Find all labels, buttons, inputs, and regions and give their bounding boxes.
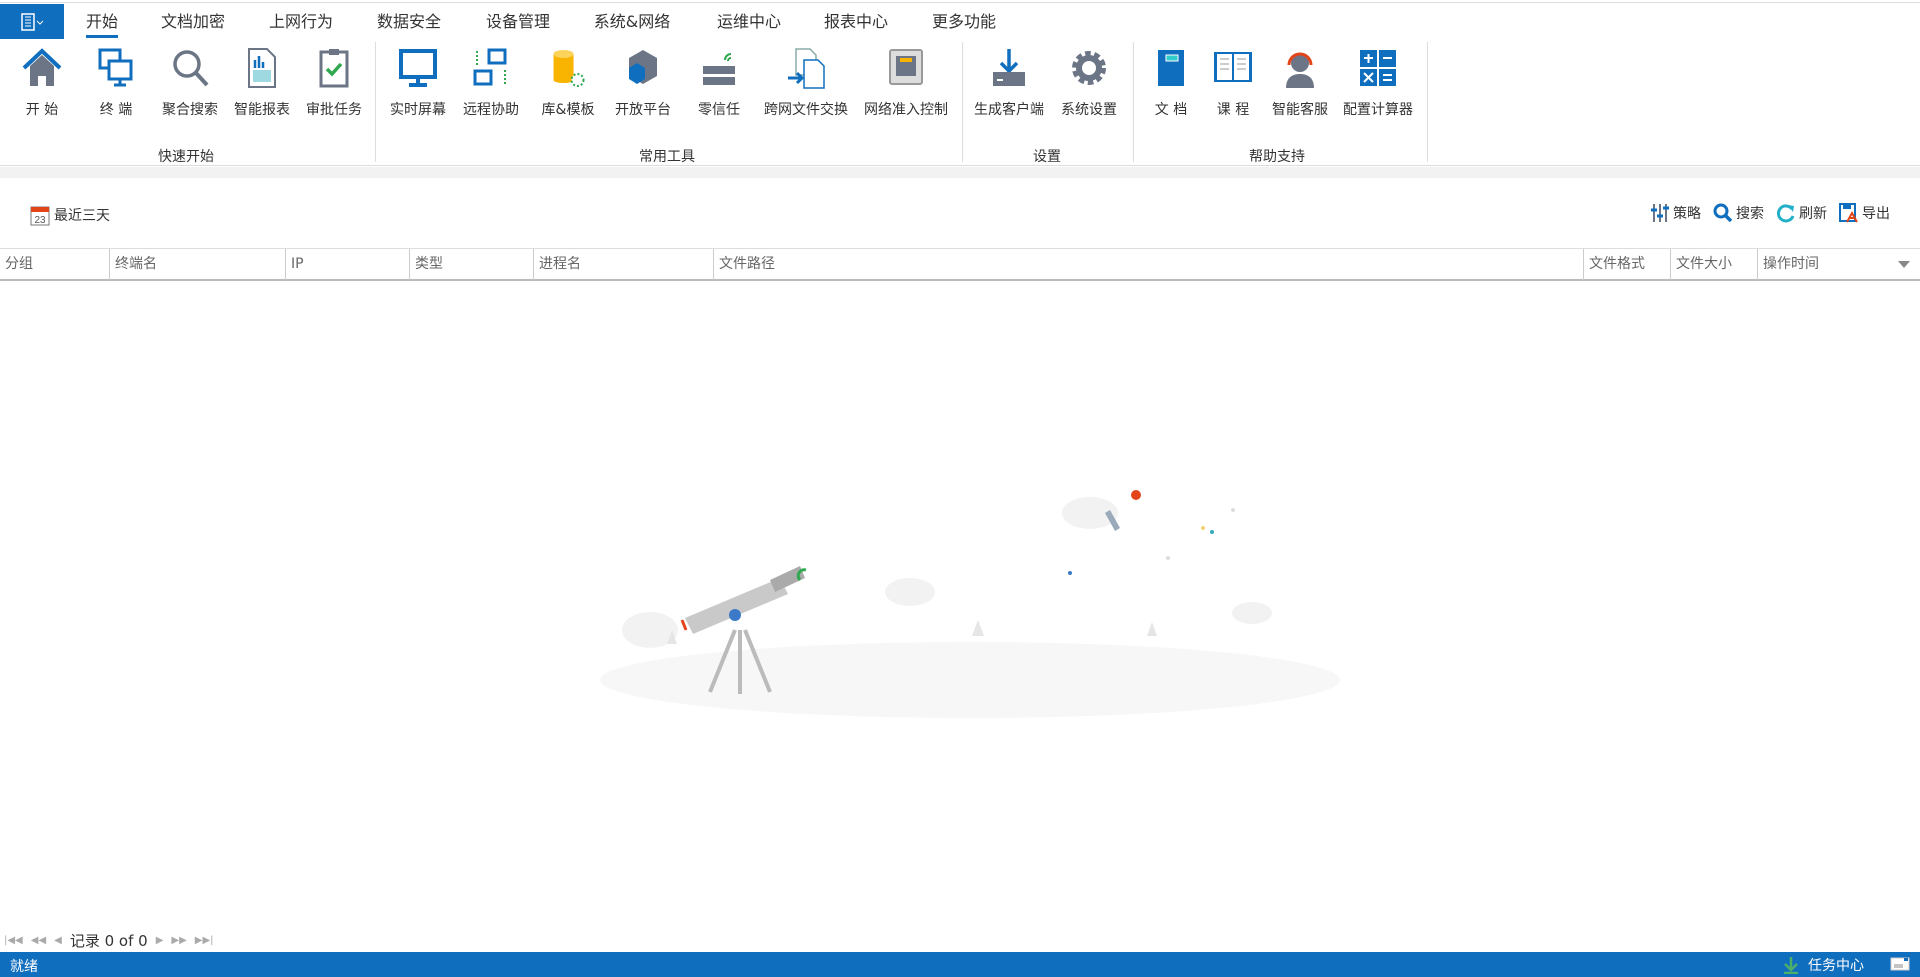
ribbon-library-template-button[interactable]: 库&模板 (542, 46, 594, 119)
calculator-icon (1360, 50, 1396, 86)
strategy-button[interactable]: 策略 (1650, 203, 1701, 223)
tab-system-network[interactable]: 系统&网络 (594, 8, 670, 38)
date-range-label: 最近三天 (54, 208, 110, 224)
column-operation-time[interactable]: 操作时间 (1757, 249, 1920, 280)
ribbon-band (0, 167, 1920, 178)
ribbon-aggregate-search-button[interactable]: 聚合搜索 (162, 46, 218, 119)
ribbon-start-button[interactable]: 开 始 (20, 46, 64, 119)
gear-icon (1072, 51, 1106, 85)
export-button[interactable]: 导出 (1839, 203, 1890, 223)
empty-state-illustration (600, 490, 1340, 718)
next-page-icon[interactable]: ▶ (156, 935, 164, 946)
ribbon-approval-task-button[interactable]: 审批任务 (306, 46, 362, 119)
group-label-quick-start: 快速开始 (158, 149, 214, 165)
tab-ops-center[interactable]: 运维中心 (717, 8, 781, 38)
search-icon (173, 50, 209, 87)
open-book-icon (1214, 52, 1252, 82)
tab-more[interactable]: 更多功能 (932, 8, 996, 38)
app-menu-icon (21, 12, 44, 31)
search-button[interactable]: 搜索 (1713, 203, 1764, 223)
group-separator (1427, 42, 1428, 162)
ribbon: 开 始 终 端 聚合搜索 智能报表 审批任务 快速开始 实时屏幕 远程协助 库&… (0, 40, 1920, 166)
message-icon[interactable] (1890, 957, 1910, 971)
pager: |◀◀ ◀◀ ◀ 记录 0 of 0 ▶ ▶▶ ▶▶| (4, 930, 214, 951)
svg-text:23: 23 (34, 215, 46, 226)
download-icon (993, 49, 1025, 86)
terminal-icon (98, 48, 133, 87)
download-arrow-icon (1784, 957, 1798, 974)
tab-data-security[interactable]: 数据安全 (377, 8, 441, 38)
sliders-icon (1651, 204, 1669, 222)
database-icon (553, 50, 585, 87)
group-separator (375, 42, 376, 162)
clipboard-check-icon (319, 49, 349, 88)
task-center-button[interactable]: 任务中心 (1782, 955, 1864, 975)
group-separator (1133, 42, 1134, 162)
prev-page-group-icon[interactable]: ◀◀ (31, 935, 46, 946)
column-file-format[interactable]: 文件格式 (1583, 249, 1670, 280)
column-process-name[interactable]: 进程名 (533, 249, 713, 280)
tab-doc-encrypt[interactable]: 文档加密 (161, 8, 225, 38)
column-terminal-name[interactable]: 终端名 (109, 249, 285, 280)
ribbon-generate-client-button[interactable]: 生成客户端 (974, 46, 1044, 119)
ribbon-zero-trust-button[interactable]: 零信任 (697, 46, 741, 119)
status-bar: 就绪 任务中心 (0, 952, 1920, 977)
tab-device-management[interactable]: 设备管理 (486, 8, 550, 38)
ribbon-smart-report-button[interactable]: 智能报表 (234, 46, 290, 119)
ribbon-config-calculator-button[interactable]: 配置计算器 (1343, 46, 1413, 119)
ribbon-cross-network-file-exchange-button[interactable]: 跨网文件交换 (764, 46, 848, 119)
ribbon-network-access-control-button[interactable]: 网络准入控制 (864, 46, 948, 119)
ribbon-terminal-button[interactable]: 终 端 (94, 46, 138, 119)
network-port-icon (889, 49, 923, 85)
date-range-filter[interactable]: 23 最近三天 (30, 204, 110, 226)
report-icon (248, 48, 276, 88)
app-menu-button[interactable] (0, 4, 64, 39)
refresh-icon (1777, 204, 1795, 223)
ribbon-remote-assist-button[interactable]: 远程协助 (463, 46, 519, 119)
column-file-path[interactable]: 文件路径 (713, 249, 1583, 280)
group-label-help-support: 帮助支持 (1249, 149, 1305, 165)
ribbon-course-button[interactable]: 课 程 (1211, 46, 1255, 119)
remote-assist-icon (473, 48, 507, 86)
record-count: 记录 0 of 0 (69, 932, 148, 950)
table-header: 分组 终端名 IP 类型 进程名 文件路径 文件格式 文件大小 操作时间 (0, 248, 1920, 281)
group-label-settings: 设置 (1033, 149, 1061, 165)
column-type[interactable]: 类型 (409, 249, 533, 280)
monitor-icon (399, 49, 437, 87)
column-file-size[interactable]: 文件大小 (1670, 249, 1757, 280)
first-page-icon[interactable]: |◀◀ (4, 935, 23, 946)
top-border (0, 0, 1920, 3)
toolbar: 策略 搜索 刷新 导出 (1650, 203, 1890, 223)
ribbon-smart-support-button[interactable]: 智能客服 (1272, 46, 1328, 119)
tab-start[interactable]: 开始 (85, 8, 119, 38)
column-group[interactable]: 分组 (0, 249, 109, 280)
export-pdf-icon (1839, 203, 1858, 223)
ribbon-open-platform-button[interactable]: 开放平台 (615, 46, 671, 119)
tab-report-center[interactable]: 报表中心 (824, 8, 888, 38)
calendar-icon: 23 (30, 206, 50, 226)
status-ready: 就绪 (10, 959, 38, 975)
ribbon-system-settings-button[interactable]: 系统设置 (1061, 46, 1117, 119)
column-ip[interactable]: IP (285, 249, 409, 280)
file-exchange-icon (788, 48, 825, 89)
headset-agent-icon (1286, 52, 1314, 88)
home-icon (22, 48, 62, 86)
cube-icon (629, 50, 657, 84)
last-page-icon[interactable]: ▶▶| (195, 935, 214, 946)
prev-page-icon[interactable]: ◀ (54, 935, 62, 946)
next-page-group-icon[interactable]: ▶▶ (171, 935, 186, 946)
refresh-button[interactable]: 刷新 (1776, 203, 1827, 223)
tab-web-behavior[interactable]: 上网行为 (269, 8, 333, 38)
server-icon (703, 53, 735, 85)
search-icon (1713, 203, 1733, 223)
ribbon-realtime-screen-button[interactable]: 实时屏幕 (390, 46, 446, 119)
ribbon-docs-button[interactable]: 文 档 (1149, 46, 1193, 119)
group-separator (962, 42, 963, 162)
column-dropdown-icon[interactable] (1898, 261, 1910, 268)
book-icon (1158, 50, 1184, 86)
group-label-common-tools: 常用工具 (639, 149, 695, 165)
